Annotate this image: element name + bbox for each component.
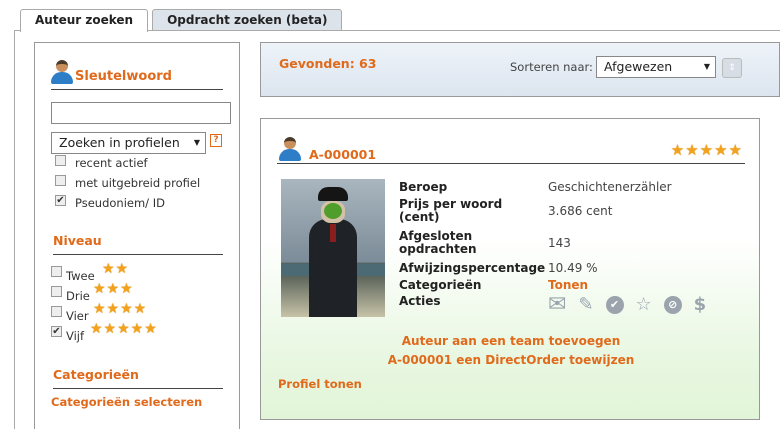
feather-icon[interactable]: ✎	[578, 295, 593, 315]
field-label: Afgesloten opdrachten	[399, 229, 477, 256]
field-label: Acties	[399, 294, 441, 308]
star-icon-row: ★★★	[93, 281, 134, 297]
categories-title: Categorieën	[53, 367, 223, 389]
field-label: Categorieën	[399, 278, 482, 292]
keyword-title: Sleutelwoord	[75, 69, 172, 84]
show-profile-link[interactable]: Profiel tonen	[278, 377, 362, 391]
star-icon-row: ★★★★★	[90, 321, 158, 337]
field-value: 10.49 %	[548, 261, 598, 275]
chevron-down-icon: ▼	[193, 138, 200, 147]
field-label: Afwijzingspercentage	[399, 261, 546, 275]
mail-icon[interactable]: ✉	[548, 294, 566, 316]
star-icon-row: ★★★★	[93, 301, 148, 317]
sort-order-button[interactable]: ⇕	[722, 58, 742, 78]
star-icon-row: ★★★★★	[670, 141, 743, 159]
sort-label: Sorteren naar:	[510, 60, 593, 74]
field-value: Geschichtenerzähler	[548, 180, 672, 194]
block-icon[interactable]: ⊘	[663, 296, 682, 314]
user-icon	[279, 137, 301, 161]
select-categories-link[interactable]: Categorieën selecteren	[51, 395, 202, 409]
level-vier-checkbox[interactable]	[51, 306, 62, 317]
author-photo	[281, 179, 385, 317]
action-icons: ✉ ✎ ✔ ☆ ⊘ $	[548, 294, 718, 316]
author-id: A-000001	[309, 147, 377, 162]
level-vijf-label: Vijf	[66, 329, 85, 343]
tab-auteur-zoeken[interactable]: Auteur zoeken	[20, 9, 149, 32]
help-icon[interactable]: ?	[210, 134, 222, 147]
extended-profile-checkbox[interactable]	[55, 175, 66, 186]
star-icon-row: ★★	[102, 261, 130, 277]
field-label: Prijs per woord (cent)	[399, 197, 503, 224]
level-vier-label: Vier	[66, 309, 89, 323]
results-header: Gevonden: 63 Sorteren naar: Afgewezen ▼ …	[260, 42, 780, 97]
sort-value: Afgewezen	[604, 59, 673, 74]
tab-opdracht-zoeken[interactable]: Opdracht zoeken (beta)	[152, 9, 343, 31]
level-drie-label: Drie	[66, 289, 90, 303]
direct-order-link[interactable]: A-000001 een DirectOrder toewijzen	[261, 353, 761, 367]
categories-show-link[interactable]: Tonen	[548, 278, 588, 292]
level-vijf-checkbox[interactable]: ✔	[51, 326, 62, 337]
field-value: 3.686 cent	[548, 204, 613, 218]
pseudonym-checkbox[interactable]: ✔	[55, 195, 66, 206]
level-title: Niveau	[53, 233, 223, 255]
field-label: Beroep	[399, 180, 448, 194]
level-drie-checkbox[interactable]	[51, 286, 62, 297]
field-value: 143	[548, 236, 571, 250]
search-sidebar: Sleutelwoord Zoeken in profielen ▼ ? rec…	[34, 42, 240, 429]
tab-bar: Auteur zoeken Opdracht zoeken (beta)	[20, 9, 346, 32]
search-scope-select[interactable]: Zoeken in profielen ▼	[51, 132, 206, 154]
level-twee-checkbox[interactable]	[51, 266, 62, 277]
card-header: A-000001 ★★★★★	[277, 137, 745, 164]
search-scope-value: Zoeken in profielen	[59, 135, 180, 150]
star-outline-icon[interactable]: ☆	[636, 295, 652, 315]
pseudonym-label: Pseudoniem/ ID	[75, 196, 165, 210]
sort-select[interactable]: Afgewezen ▼	[596, 56, 716, 78]
author-card: A-000001 ★★★★★ Beroep Geschichtenerzähle…	[260, 118, 760, 420]
check-circle-icon[interactable]: ✔	[605, 296, 624, 314]
results-count: Gevonden: 63	[279, 56, 377, 71]
recent-active-checkbox[interactable]	[55, 155, 66, 166]
level-twee-label: Twee	[66, 269, 95, 283]
chevron-down-icon: ▼	[703, 62, 710, 71]
extended-profile-label: met uitgebreid profiel	[75, 176, 201, 190]
add-to-team-link[interactable]: Auteur aan een team toevoegen	[261, 334, 761, 348]
keyword-header: Sleutelwoord	[51, 60, 223, 90]
keyword-input[interactable]	[51, 102, 231, 124]
dollar-icon[interactable]: $	[694, 295, 707, 315]
user-icon	[51, 60, 73, 84]
content-border	[14, 30, 15, 429]
recent-active-label: recent actief	[75, 156, 148, 170]
